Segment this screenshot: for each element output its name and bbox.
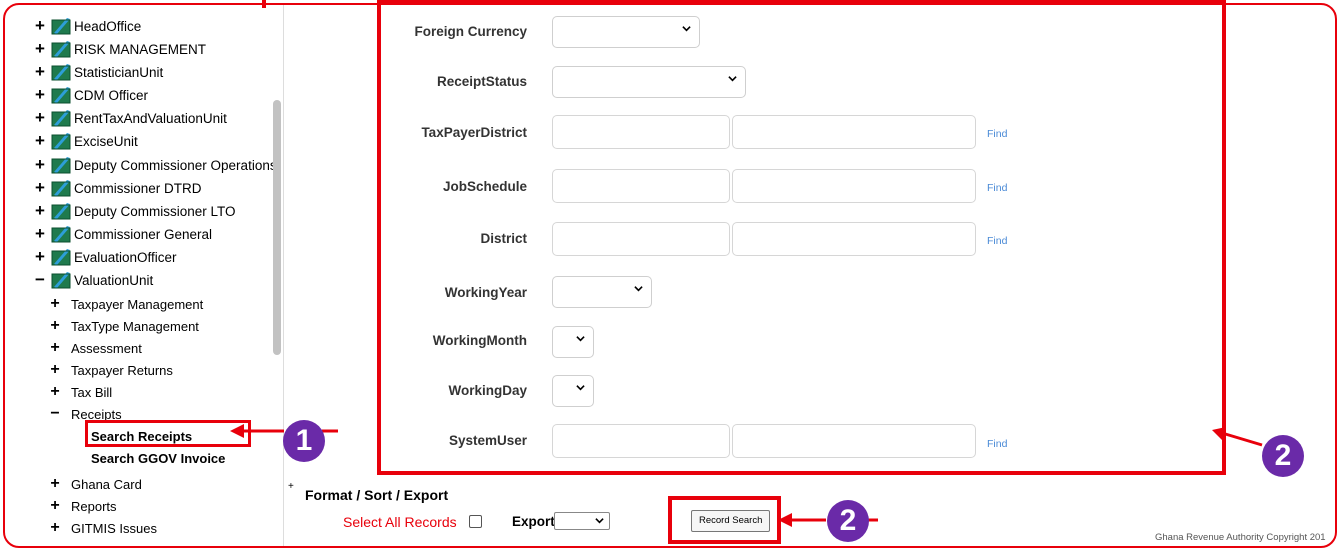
annotation-badge-2-button: 2 [827, 500, 869, 542]
annotation-badge-1: 1 [283, 420, 325, 462]
annotation-badge-2-form: 2 [1262, 435, 1304, 477]
annotation-arrows [230, 424, 1263, 527]
